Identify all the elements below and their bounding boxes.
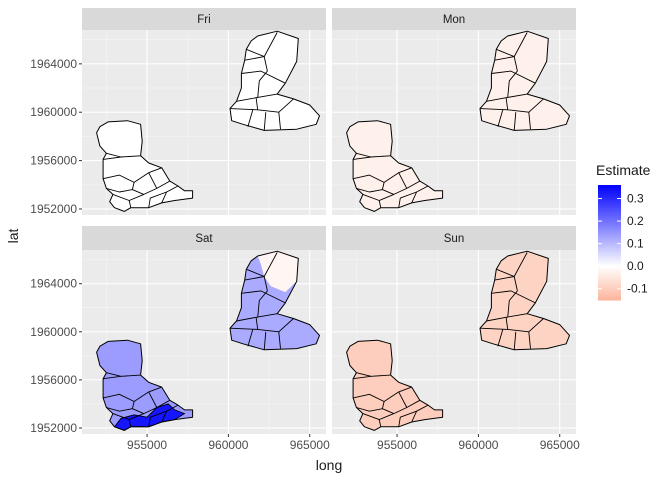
facet-sat: Sat	[82, 226, 326, 434]
legend-label: -0.1	[627, 282, 648, 296]
choropleth-chart: Fri Mon Sat Sun 1952000 1956000 1960000 196400…	[5, 8, 651, 473]
facet-panels: Fri Mon Sat Sun	[82, 8, 576, 434]
legend: Estimate 0.3 0.2 0.1 0.0 -0.1	[596, 162, 651, 301]
y-tick-label: 1952000	[30, 202, 77, 216]
y-axis-title: lat	[5, 229, 21, 244]
facet-strip-label: Sun	[444, 233, 464, 245]
facet-strip-label: Mon	[443, 14, 465, 26]
y-tick-label: 1960000	[30, 105, 77, 119]
facet-strip-label: Sat	[195, 233, 213, 245]
x-axis-title: long	[316, 457, 342, 473]
x-tick-label: 955000	[127, 438, 167, 452]
facet-sun: Sun	[332, 226, 576, 434]
x-tick-label: 960000	[208, 438, 248, 452]
x-tick-label: 960000	[458, 438, 498, 452]
legend-label: 0.1	[627, 237, 644, 251]
legend-swatch	[598, 298, 621, 301]
legend-colorbar: 0.3 0.2 0.1 0.0 -0.1	[598, 185, 648, 301]
y-tick-label: 1960000	[30, 325, 77, 339]
x-tick-label: 965000	[540, 438, 580, 452]
y-tick-label: 1956000	[30, 373, 77, 387]
x-tick-label: 955000	[377, 438, 417, 452]
y-tick-label: 1964000	[30, 277, 77, 291]
legend-label: 0.3	[627, 192, 644, 206]
y-tick-label: 1952000	[30, 421, 77, 435]
legend-title: Estimate	[596, 162, 651, 178]
y-tick-label: 1956000	[30, 154, 77, 168]
facet-mon: Mon	[332, 8, 576, 215]
facet-fri: Fri	[82, 8, 326, 215]
legend-label: 0.2	[627, 214, 644, 228]
facet-strip-label: Fri	[197, 14, 210, 26]
legend-label: 0.0	[627, 259, 644, 273]
y-tick-label: 1964000	[30, 57, 77, 71]
x-tick-label: 965000	[290, 438, 330, 452]
